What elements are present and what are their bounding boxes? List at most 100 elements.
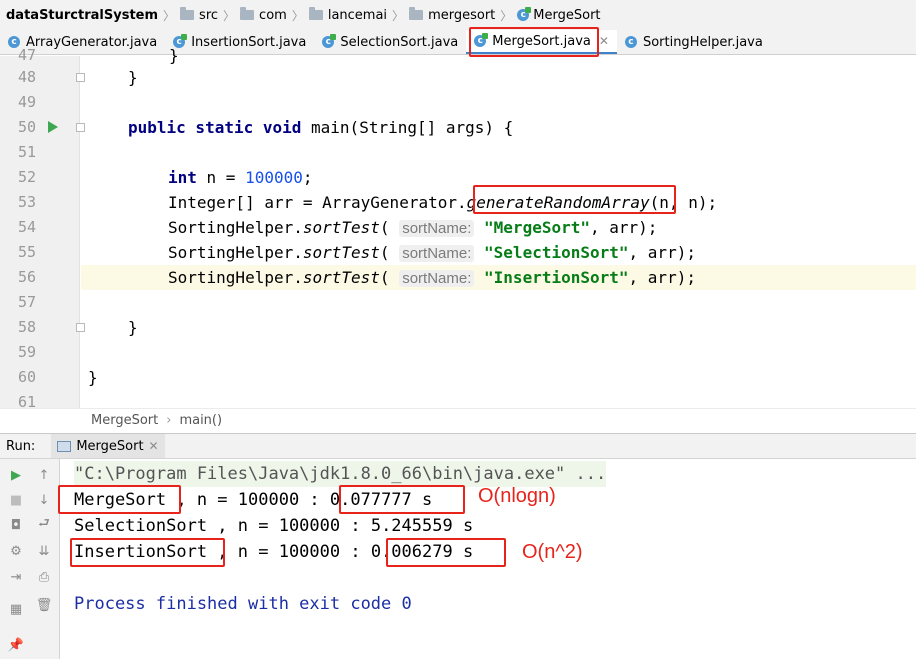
highlight-box — [473, 185, 676, 214]
code-text: ( — [379, 243, 390, 262]
breadcrumb-src[interactable]: src — [180, 7, 219, 23]
code-text: ( — [379, 268, 390, 287]
code-text: } — [88, 368, 98, 387]
line-number: 55 — [17, 243, 36, 261]
line-number: 57 — [17, 293, 36, 311]
trash-icon[interactable]: 🗑 — [36, 597, 53, 613]
breadcrumb-separator: 〉 — [291, 8, 304, 23]
code-line: 50 public static void main(String[] args… — [0, 115, 916, 140]
parameter-hint: sortName: — [399, 270, 475, 287]
line-number: 58 — [17, 318, 36, 336]
java-class-icon: c — [517, 7, 532, 21]
down-arrow-icon[interactable]: ↓ — [36, 492, 52, 508]
highlight-box — [386, 538, 506, 567]
code-text: , arr); — [590, 218, 658, 237]
line-number: 51 — [17, 143, 36, 161]
breadcrumb-mergesort[interactable]: mergesort — [409, 7, 496, 23]
breadcrumb-separator: 〉 — [163, 8, 176, 23]
code-line: 52 int n = 100000; — [0, 165, 916, 190]
parameter-hint: sortName: — [399, 245, 475, 262]
breadcrumb-class[interactable]: MergeSort — [91, 413, 158, 428]
result-detail: , n = 100000 : — [207, 516, 371, 536]
code-line: 57 — [0, 290, 916, 315]
code-line: 49 — [0, 90, 916, 115]
breadcrumb-label: lancemai — [327, 7, 388, 23]
code-line: 59 — [0, 340, 916, 365]
breadcrumb-class[interactable]: c MergeSort — [517, 7, 601, 23]
code-editor[interactable]: 47 } 48 } 49 50 public static void main(… — [0, 46, 916, 411]
code-text: } — [128, 68, 138, 87]
parameter-hint: sortName: — [399, 220, 475, 237]
line-number: 50 — [17, 118, 36, 136]
login-icon[interactable]: ⇥ — [8, 569, 24, 585]
rerun-icon[interactable]: ▶ — [8, 467, 24, 483]
pin-icon[interactable]: 📌 — [8, 637, 24, 653]
settings-icon[interactable]: ⚙ — [8, 543, 24, 559]
console-icon — [57, 440, 72, 452]
soft-wrap-icon[interactable]: ⮐ — [36, 516, 52, 533]
code-text: n = — [196, 168, 246, 187]
breadcrumb-project[interactable]: dataSturctralSystem — [6, 8, 158, 23]
code-text: , arr); — [628, 243, 696, 262]
complexity-annotation: O(nlogn) — [478, 485, 556, 507]
breadcrumb-separator: 〉 — [392, 8, 405, 23]
code-text: main(String[] args) { — [301, 118, 514, 137]
run-gutter-icon[interactable] — [48, 121, 58, 133]
line-number: 49 — [17, 93, 36, 111]
highlight-box — [339, 485, 465, 514]
line-number: 60 — [17, 368, 36, 386]
method-name: sortTest — [302, 218, 380, 237]
result-name: SelectionSort — [74, 516, 208, 536]
method-name: sortTest — [302, 268, 380, 287]
breadcrumb-label: com — [259, 7, 287, 23]
close-icon[interactable]: ✕ — [149, 439, 159, 453]
code-text: SortingHelper. — [168, 218, 303, 237]
code-line: 48 } — [0, 65, 916, 90]
stop-icon[interactable]: ■ — [8, 492, 24, 508]
line-number: 54 — [17, 218, 36, 236]
code-text: Integer[] arr = ArrayGenerator. — [168, 193, 467, 212]
scroll-to-end-icon[interactable]: ⇊ — [36, 543, 52, 559]
result-detail: , n = 100000 : — [207, 542, 371, 562]
number-literal: 100000 — [245, 168, 303, 187]
up-arrow-icon[interactable]: ↑ — [36, 467, 52, 483]
code-line-current: 56 SortingHelper.sortTest( sortName: "In… — [0, 265, 916, 290]
highlight-box — [58, 485, 181, 514]
camera-icon[interactable]: ◘ — [8, 517, 24, 533]
project-name: dataSturctralSystem — [6, 7, 159, 23]
code-text: SortingHelper. — [168, 243, 303, 262]
complexity-annotation: O(n^2) — [522, 541, 583, 563]
code-text: } — [128, 318, 138, 337]
breadcrumb-separator: 〉 — [500, 8, 513, 23]
string-literal: "InsertionSort" — [484, 268, 629, 287]
code-line: 60 } — [0, 365, 916, 390]
navigation-breadcrumb: dataSturctralSystem 〉 src 〉 com 〉 lancem… — [0, 0, 916, 30]
result-detail: , n = 100000 : — [166, 490, 330, 510]
line-number: 59 — [17, 343, 36, 361]
breadcrumb-method[interactable]: main() — [179, 413, 222, 428]
run-tab-mergesort[interactable]: MergeSort ✕ — [51, 434, 165, 458]
run-panel-header: Run: MergeSort ✕ — [0, 433, 916, 459]
string-literal: "MergeSort" — [484, 218, 590, 237]
run-label: Run: — [6, 438, 36, 454]
method-name: sortTest — [302, 243, 380, 262]
structure-breadcrumb: MergeSort › main() — [0, 408, 916, 432]
string-literal: "SelectionSort" — [484, 243, 629, 262]
code-line: 53 Integer[] arr = ArrayGenerator.genera… — [0, 190, 916, 215]
breadcrumb-lancemai[interactable]: lancemai — [308, 7, 388, 23]
keyword: int — [168, 168, 197, 187]
exit-message: Process finished with exit code 0 — [74, 594, 412, 614]
print-icon[interactable]: ⎙ — [36, 569, 52, 585]
breadcrumb-label: mergesort — [428, 7, 496, 23]
breadcrumb-com[interactable]: com — [240, 7, 287, 23]
breadcrumb-separator: › — [166, 413, 172, 428]
breadcrumb-label: src — [199, 7, 219, 23]
line-number: 48 — [17, 68, 36, 86]
code-line: 54 SortingHelper.sortTest( sortName: "Me… — [0, 215, 916, 240]
layout-icon[interactable]: ▦ — [8, 601, 24, 617]
line-number: 52 — [17, 168, 36, 186]
run-toolbar: ▶ ↑ ■ ↓ ◘ ⮐ ⚙ ⇊ ⇥ ⎙ ▦ 🗑 📌 — [0, 459, 60, 659]
code-line: 58 } — [0, 315, 916, 340]
highlight-box — [70, 538, 225, 567]
highlight-box — [469, 27, 599, 57]
